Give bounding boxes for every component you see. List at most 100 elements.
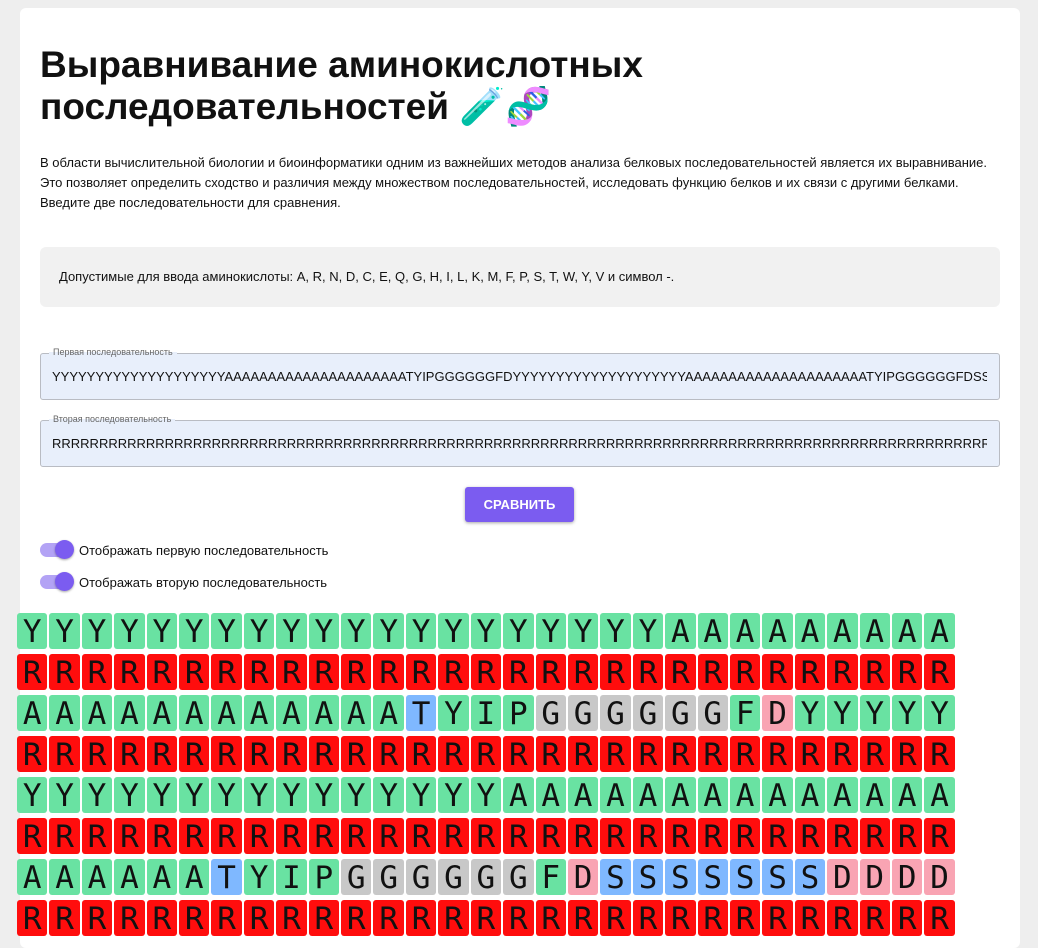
page-title-text: Выравнивание аминокислотных последовател… <box>40 44 643 127</box>
first-sequence-field[interactable]: Первая последовательность YYYYYYYYYYYYYY… <box>40 347 1000 400</box>
residue-cell: Y <box>49 777 80 813</box>
residue-cell: R <box>405 818 437 854</box>
residue-cell: R <box>665 900 696 936</box>
residue-cell: R <box>438 900 469 936</box>
residue-cell: Y <box>373 777 404 813</box>
residue-cell: R <box>276 818 307 854</box>
residue-cell: G <box>438 859 469 895</box>
residue-cell: R <box>632 900 664 936</box>
residue-cell: R <box>308 654 340 690</box>
residue-cell: Y <box>276 613 307 649</box>
residue-cell: R <box>535 736 566 772</box>
residue-cell: R <box>503 736 534 772</box>
allowed-amino-acids-text: Допустимые для ввода аминокислоты: A, R,… <box>59 269 675 284</box>
residue-cell: G <box>470 859 502 895</box>
residue-cell: R <box>49 654 80 690</box>
residue-cell: R <box>535 654 566 690</box>
alignment-row-first: YYYYYYYYYYYYYYYAAAAAAAAAAAAAA <box>17 777 957 813</box>
residue-cell: Y <box>438 695 469 731</box>
residue-cell: R <box>341 654 372 690</box>
residue-cell: A <box>17 695 48 731</box>
residue-cell: S <box>697 859 728 895</box>
residue-cell: P <box>503 695 534 731</box>
first-sequence-input[interactable]: YYYYYYYYYYYYYYYYYYYYAAAAAAAAAAAAAAAAAAAA… <box>52 369 987 384</box>
residue-cell: A <box>794 613 826 649</box>
residue-cell: D <box>859 859 890 895</box>
residue-cell: Y <box>179 613 210 649</box>
toggle-switch[interactable] <box>40 572 74 591</box>
alignment-row-second: RRRRRRRRRRRRRRRRRRRRRRRRRRRRR <box>17 900 957 936</box>
residue-cell: Y <box>211 777 242 813</box>
residue-cell: R <box>308 900 340 936</box>
residue-cell: G <box>503 859 534 895</box>
residue-cell: R <box>891 654 923 690</box>
residue-cell: R <box>243 818 275 854</box>
residue-cell: A <box>762 613 793 649</box>
residue-cell: R <box>891 900 923 936</box>
residue-cell: R <box>276 900 307 936</box>
residue-cell: D <box>924 859 955 895</box>
residue-cell: R <box>729 736 761 772</box>
residue-cell: S <box>794 859 826 895</box>
residue-cell: R <box>146 900 178 936</box>
residue-cell: R <box>600 654 631 690</box>
residue-cell: A <box>81 695 113 731</box>
residue-cell: R <box>794 654 826 690</box>
residue-cell: R <box>924 900 955 936</box>
toggle-switch[interactable] <box>40 540 74 559</box>
residue-cell: R <box>665 736 696 772</box>
residue-cell: T <box>405 695 437 731</box>
residue-cell: R <box>341 900 372 936</box>
second-sequence-input[interactable]: RRRRRRRRRRRRRRRRRRRRRRRRRRRRRRRRRRRRRRRR… <box>52 436 987 451</box>
residue-cell: Y <box>827 695 858 731</box>
residue-cell: Y <box>146 613 178 649</box>
residue-cell: R <box>211 818 242 854</box>
residue-cell: G <box>373 859 404 895</box>
residue-cell: R <box>470 900 502 936</box>
residue-cell: A <box>924 777 955 813</box>
residue-cell: A <box>600 777 631 813</box>
residue-cell: A <box>114 859 145 895</box>
residue-cell: R <box>49 818 80 854</box>
residue-cell: A <box>697 777 728 813</box>
residue-cell: D <box>567 859 599 895</box>
residue-cell: Y <box>373 613 404 649</box>
residue-cell: R <box>276 654 307 690</box>
compare-button[interactable]: СРАВНИТЬ <box>465 487 574 522</box>
residue-cell: R <box>341 818 372 854</box>
residue-cell: Y <box>308 613 340 649</box>
residue-cell: R <box>632 654 664 690</box>
residue-cell: R <box>665 654 696 690</box>
toggle-knob[interactable] <box>55 572 74 591</box>
residue-cell: R <box>665 818 696 854</box>
residue-cell: G <box>600 695 631 731</box>
residue-cell: R <box>211 900 242 936</box>
residue-cell: R <box>891 736 923 772</box>
residue-cell: R <box>859 736 890 772</box>
residue-cell: R <box>211 654 242 690</box>
residue-cell: A <box>535 777 566 813</box>
residue-cell: R <box>49 736 80 772</box>
residue-cell: R <box>600 736 631 772</box>
alignment-row-first: YYYYYYYYYYYYYYYYYYYYAAAAAAAAA <box>17 613 957 649</box>
residue-cell: R <box>762 736 793 772</box>
residue-cell: A <box>891 613 923 649</box>
residue-cell: Y <box>794 695 826 731</box>
toggle-knob[interactable] <box>55 540 74 559</box>
residue-cell: R <box>859 818 890 854</box>
residue-cell: S <box>632 859 664 895</box>
residue-cell: R <box>794 900 826 936</box>
residue-cell: Y <box>405 613 437 649</box>
description: В области вычислительной биологии и биои… <box>40 155 988 210</box>
residue-cell: Y <box>859 695 890 731</box>
residue-cell: A <box>341 695 372 731</box>
residue-cell: A <box>665 613 696 649</box>
residue-cell: R <box>308 736 340 772</box>
residue-cell: R <box>924 654 955 690</box>
residue-cell: A <box>859 777 890 813</box>
residue-cell: R <box>632 818 664 854</box>
residue-cell: A <box>729 613 761 649</box>
second-sequence-field[interactable]: Вторая последовательность RRRRRRRRRRRRRR… <box>40 414 1000 467</box>
residue-cell: G <box>665 695 696 731</box>
residue-cell: R <box>924 736 955 772</box>
